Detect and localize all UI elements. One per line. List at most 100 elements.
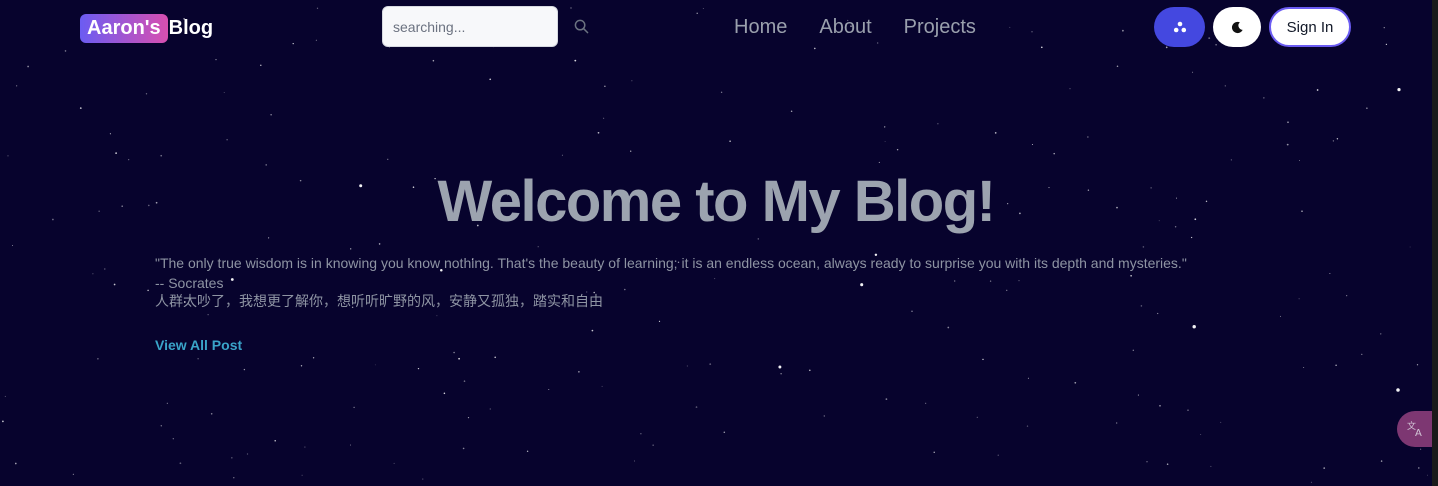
star [179,462,182,465]
star [1187,409,1189,412]
star [1380,460,1383,462]
star [1026,425,1029,427]
star [12,245,13,247]
star [1210,465,1212,467]
star [463,380,466,382]
star [548,389,550,390]
star [374,364,376,366]
star [166,402,168,404]
star [1200,434,1202,436]
quote-author: -- Socrates [155,274,224,291]
star [994,132,997,134]
star [631,80,633,82]
star [1303,367,1305,369]
star [997,454,999,456]
star [1192,325,1196,329]
hero-quote: "The only true wisdom is in knowing you … [155,254,1275,313]
star [601,385,603,387]
star [884,126,886,128]
star [780,373,782,375]
star [878,161,880,163]
star [823,415,826,417]
star [109,133,111,135]
star [147,289,149,292]
star [274,439,276,442]
star [1416,364,1419,366]
star [1316,89,1319,91]
star [709,363,712,365]
star [92,273,94,275]
star [1409,246,1411,248]
star [790,110,793,113]
star [1287,121,1289,124]
star [260,64,262,67]
dark-mode-button[interactable] [1213,7,1261,47]
search-input[interactable] [393,18,574,35]
star [489,408,491,410]
star [489,78,492,81]
theme-toggle-button[interactable] [1154,7,1205,47]
view-all-posts-link[interactable]: View All Post [155,337,242,353]
star [462,447,465,450]
star [115,152,117,154]
star [1053,152,1055,155]
star [896,148,899,151]
search-icon[interactable] [574,18,589,36]
star [1286,143,1289,146]
star [1279,315,1281,317]
star [933,451,935,453]
star [652,444,654,446]
star [808,369,811,372]
star [104,268,106,270]
search-box [382,6,589,47]
star [443,392,446,395]
logo-badge: Aaron's [80,13,168,43]
star [4,395,6,397]
window-edge [1432,0,1438,486]
star [350,248,352,250]
star [79,107,82,109]
moon-icon [1231,21,1243,33]
star [729,140,731,142]
star [695,406,698,408]
star [561,154,563,156]
star [976,416,978,418]
star [27,65,29,68]
translate-icon[interactable]: 文 A [1397,411,1435,447]
star [1366,107,1368,109]
nav-projects[interactable]: Projects [904,15,976,39]
star [207,314,209,316]
star [350,444,351,446]
star [160,425,162,427]
quote-chinese: 人群太吵了，我想更了解你，想听听旷野的风，安静又孤独，踏实和自由 [155,294,603,310]
star [537,246,539,248]
star [231,457,233,459]
star [603,117,605,119]
nav-about[interactable]: About [819,15,871,39]
star [1418,467,1420,469]
star [640,433,642,435]
star [387,158,389,160]
star [1298,298,1300,300]
star [1074,381,1077,384]
star [1157,312,1159,315]
star [686,365,688,367]
star [270,114,272,116]
star [1190,236,1193,239]
star [720,91,723,93]
star [597,131,600,134]
star [312,357,315,359]
nav-home[interactable]: Home [734,15,787,39]
star [634,460,635,462]
star [378,243,381,245]
sign-in-button[interactable]: Sign In [1269,7,1351,47]
star [301,474,303,476]
star [1132,349,1134,351]
hero-title: Welcome to My Blog! [437,169,996,234]
star [604,85,606,87]
site-header: Aaron's Blog Home About Projects [0,0,1432,54]
star [1419,448,1422,450]
star [265,164,267,166]
site-logo[interactable]: Aaron's Blog [80,13,213,43]
star [1310,481,1312,483]
